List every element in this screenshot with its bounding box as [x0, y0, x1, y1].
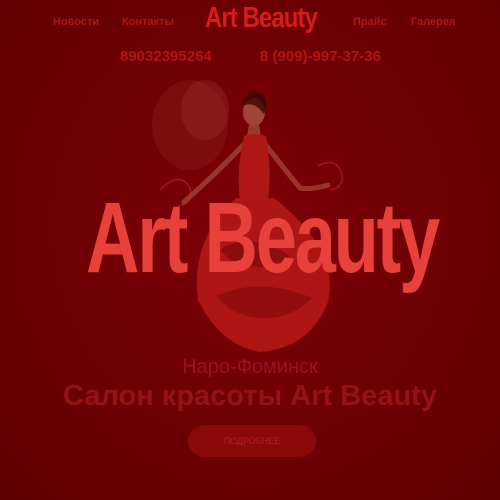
city-label: Наро-Фоминск — [182, 356, 318, 378]
header-nav: Новости Контакты Art Beauty Прайс Галере… — [0, 0, 500, 44]
header-logo[interactable]: Art Beauty — [205, 2, 318, 35]
nav-gallery-link[interactable]: Галерея — [411, 16, 455, 28]
hero-logo: Art Beauty — [86, 182, 440, 294]
nav-news-link[interactable]: Новости — [53, 16, 99, 28]
more-details-button[interactable]: ПОДРОБНЕЕ — [188, 425, 316, 457]
phone-number-2[interactable]: 8 (909)-997-37-36 — [260, 48, 381, 65]
page-title: Салон красоты Art Beauty — [63, 380, 437, 412]
nav-prices-link[interactable]: Прайс — [353, 16, 387, 28]
phone-number-1[interactable]: 89032395264 — [120, 48, 212, 65]
nav-contacts-link[interactable]: Контакты — [122, 16, 174, 28]
page: Новости Контакты Art Beauty Прайс Галере… — [0, 0, 500, 500]
